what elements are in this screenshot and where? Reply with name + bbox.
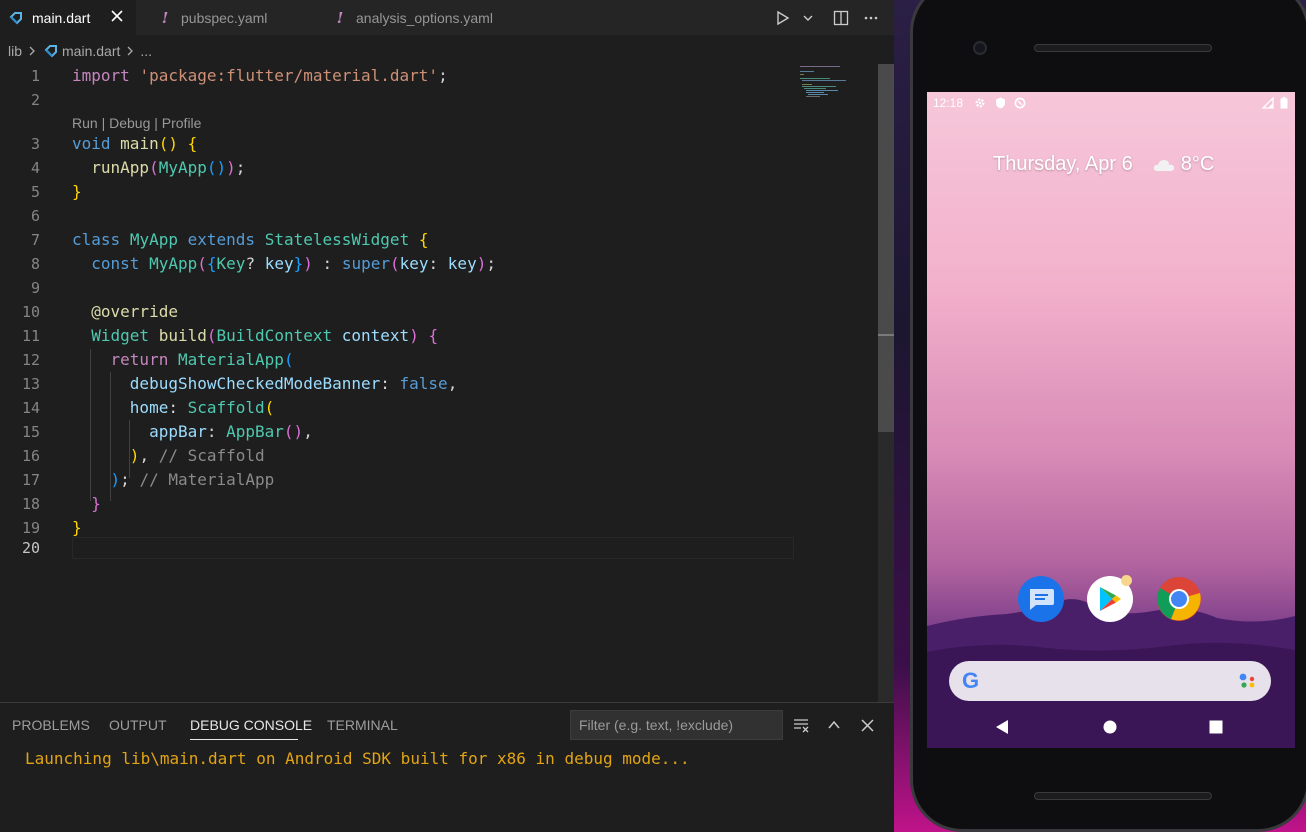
code-line: 12 return MaterialApp( — [21, 350, 294, 369]
recents-icon[interactable] — [1206, 717, 1226, 737]
minimap[interactable] — [800, 64, 880, 104]
chevron-right-icon — [26, 45, 38, 57]
code-line: 18 } — [21, 494, 101, 513]
code-line: 10 @override — [21, 302, 178, 321]
code-line: 14 home: Scaffold( — [21, 398, 275, 417]
code-line: 7 class MyApp extends StatelessWidget { — [30, 230, 429, 249]
code-line: 5 } — [30, 182, 82, 201]
earpiece-speaker — [1034, 44, 1212, 52]
front-camera — [973, 41, 987, 55]
chevron-down-icon[interactable] — [802, 7, 814, 29]
messages-icon[interactable] — [1018, 576, 1064, 622]
chevron-right-icon — [124, 45, 136, 57]
google-g-icon: G — [962, 668, 980, 693]
bottom-speaker — [1034, 792, 1212, 800]
panel-tab-debug-console[interactable]: DEBUG CONSOLE — [190, 717, 312, 733]
yaml-exclamation-icon: ! — [336, 8, 344, 27]
code-line: 2 — [30, 90, 40, 109]
console-output-line: Launching lib\main.dart on Android SDK b… — [25, 749, 690, 768]
home-icon[interactable] — [1100, 717, 1120, 737]
run-icon[interactable] — [772, 7, 794, 29]
tab-label: main.dart — [32, 9, 91, 26]
code-line: 13 debugShowCheckedModeBanner: false, — [21, 374, 458, 393]
console-filter-input[interactable] — [570, 710, 783, 740]
battery-icon — [1277, 96, 1291, 110]
panel-tab-output[interactable]: OUTPUT — [109, 717, 167, 733]
code-line: 9 — [30, 278, 40, 297]
play-store-icon[interactable] — [1087, 575, 1133, 622]
notification-dot — [1121, 575, 1132, 586]
split-editor-icon[interactable] — [830, 7, 852, 29]
status-time: 12:18 — [933, 96, 964, 110]
editor-actions — [772, 0, 882, 35]
panel-tab-terminal[interactable]: TERMINAL — [327, 717, 398, 733]
back-icon[interactable] — [992, 717, 1012, 737]
close-icon[interactable] — [108, 7, 126, 25]
panel-tab-problems[interactable]: PROBLEMS — [12, 717, 90, 733]
at-a-glance-widget[interactable]: Thursday, Apr 6 8°C — [993, 153, 1214, 176]
chrome-icon[interactable] — [1156, 576, 1202, 622]
scrollbar-thumb[interactable] — [878, 64, 894, 432]
codelens-run-debug-profile[interactable]: Run | Debug | Profile — [72, 115, 201, 131]
google-search-bar[interactable]: G — [949, 661, 1271, 701]
glance-date: Thursday, Apr 6 — [993, 153, 1133, 175]
tab-main-dart[interactable]: main.dart — [0, 0, 136, 35]
tab-analysis-options-yaml[interactable]: ! analysis_options.yaml — [312, 0, 542, 35]
breadcrumb: lib main.dart ... — [0, 38, 152, 64]
code-line: 1 import 'package:flutter/material.dart'… — [30, 66, 448, 85]
more-actions-icon[interactable] — [860, 7, 882, 29]
dart-icon — [44, 44, 58, 58]
status-bar: 12:18 — [927, 92, 1295, 114]
vscode-window: main.dart ! pubspec.yaml ! analysis_opti… — [0, 0, 894, 832]
assistant-icon[interactable] — [1237, 671, 1257, 691]
maximize-panel-icon[interactable] — [823, 714, 845, 736]
data-saver-icon — [1013, 96, 1027, 110]
code-line: 6 — [30, 206, 40, 225]
code-line: 16 ), // Scaffold — [21, 446, 265, 465]
code-line: 11 Widget build(BuildContext context) { — [21, 326, 439, 345]
bottom-panel: PROBLEMS OUTPUT DEBUG CONSOLE TERMINAL L… — [0, 702, 894, 832]
clear-console-icon[interactable] — [791, 714, 813, 736]
tab-pubspec-yaml[interactable]: ! pubspec.yaml — [137, 0, 311, 35]
code-line: 3 void main() { — [30, 134, 198, 153]
yaml-exclamation-icon: ! — [161, 8, 169, 27]
code-line: 17 ); // MaterialApp — [21, 470, 275, 489]
shield-icon — [993, 96, 1007, 110]
breadcrumb-file[interactable]: main.dart — [62, 43, 120, 59]
code-line: 4 runApp(MyApp()); — [30, 158, 246, 177]
cloud-icon — [1153, 158, 1175, 172]
phone-screen[interactable]: 12:18 Thursday, Apr 6 8°C G — [927, 92, 1295, 748]
breadcrumb-more[interactable]: ... — [140, 43, 152, 59]
tab-label: analysis_options.yaml — [356, 9, 493, 26]
dart-icon — [6, 11, 26, 25]
navigation-bar — [927, 706, 1295, 748]
tab-label: pubspec.yaml — [181, 9, 268, 26]
close-panel-icon[interactable] — [856, 714, 878, 736]
breadcrumb-folder[interactable]: lib — [8, 43, 22, 59]
active-tab-underline — [190, 739, 298, 740]
code-line: 15 appBar: AppBar(), — [21, 422, 313, 441]
settings-gear-icon — [973, 96, 987, 110]
editor-tab-bar: main.dart ! pubspec.yaml ! analysis_opti… — [0, 0, 894, 35]
scrollbar-cursor-marker — [878, 334, 894, 336]
current-line-highlight — [72, 537, 794, 559]
glance-temperature: 8°C — [1180, 153, 1215, 175]
code-line: 8 const MyApp({Key? key}) : super(key: k… — [30, 254, 496, 273]
signal-icon — [1261, 96, 1275, 110]
